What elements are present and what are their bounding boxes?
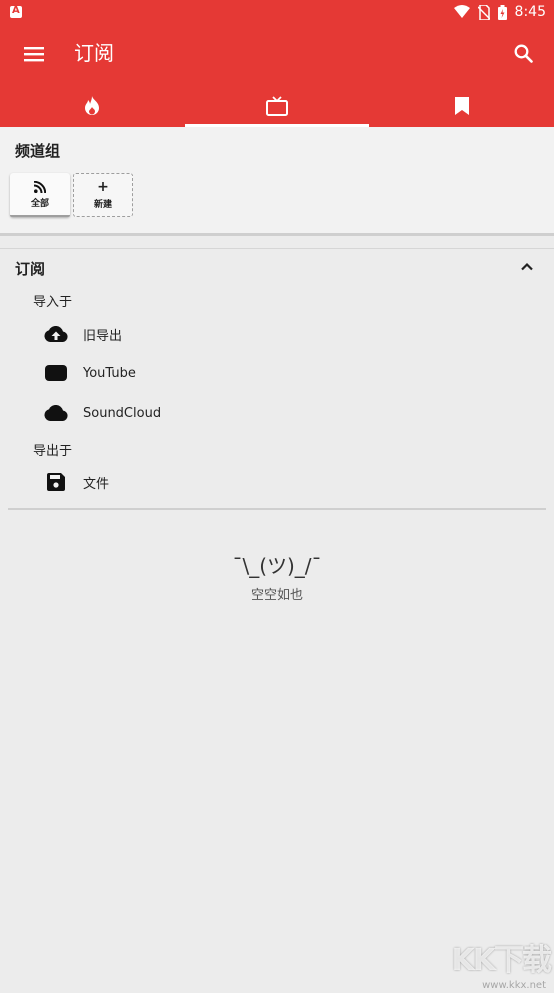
tab-trending[interactable] xyxy=(0,85,185,127)
empty-state-emoticon: ¯\_(ツ)_/¯ xyxy=(232,554,322,578)
export-file-label: 文件 xyxy=(83,476,110,492)
no-sim-icon xyxy=(477,4,490,20)
battery-icon xyxy=(497,4,507,20)
new-group-label: 新建 xyxy=(93,200,112,210)
page-title: 订阅 xyxy=(74,41,114,65)
subscriptions-header[interactable]: 订阅 xyxy=(0,252,554,282)
section-divider xyxy=(0,248,554,249)
empty-state-message: 空空如也 xyxy=(250,588,303,603)
import-youtube-item[interactable]: YouTube xyxy=(30,356,530,390)
plus-icon: + xyxy=(97,179,109,195)
import-previous-export-label: 旧导出 xyxy=(83,328,123,344)
tab-subscriptions[interactable] xyxy=(184,85,370,127)
cloud-icon xyxy=(44,405,68,421)
import-soundcloud-label: SoundCloud xyxy=(83,405,162,421)
channel-groups-section: 频道组 全部 + 新建 xyxy=(0,127,554,236)
new-group-button[interactable]: + 新建 xyxy=(73,173,133,217)
search-icon xyxy=(514,44,533,63)
status-bar: 8:45 xyxy=(0,0,554,25)
app-toolbar: 订阅 xyxy=(0,25,554,127)
main-tabs xyxy=(0,85,554,127)
import-previous-export-item[interactable]: 旧导出 xyxy=(30,317,530,351)
watermark-url: www.kkx.net xyxy=(482,980,546,991)
import-youtube-label: YouTube xyxy=(83,365,136,381)
wifi-icon xyxy=(453,5,470,18)
app-notification-icon xyxy=(10,5,22,18)
export-to-label: 导出于 xyxy=(33,444,73,459)
fire-icon xyxy=(85,96,100,115)
list-divider xyxy=(8,508,546,510)
menu-button[interactable] xyxy=(20,40,48,68)
cloud-upload-icon xyxy=(44,326,68,342)
save-icon xyxy=(47,473,65,491)
status-time: 8:45 xyxy=(514,4,546,20)
export-file-item[interactable]: 文件 xyxy=(30,465,530,499)
subscriptions-title: 订阅 xyxy=(15,260,46,278)
import-soundcloud-item[interactable]: SoundCloud xyxy=(30,396,530,430)
rss-icon xyxy=(34,181,46,193)
watermark-logo: KK下载 xyxy=(451,943,552,978)
bookmark-icon xyxy=(454,97,469,115)
menu-icon xyxy=(24,47,44,62)
import-from-label: 导入于 xyxy=(33,295,73,310)
group-all-button[interactable]: 全部 xyxy=(10,173,70,217)
group-all-label: 全部 xyxy=(30,199,49,209)
tv-icon xyxy=(266,96,288,116)
youtube-icon xyxy=(45,365,67,381)
tab-bookmarks[interactable] xyxy=(369,85,554,127)
channel-groups-title: 频道组 xyxy=(15,142,61,160)
search-button[interactable] xyxy=(510,40,536,66)
chevron-up-icon xyxy=(521,262,533,271)
